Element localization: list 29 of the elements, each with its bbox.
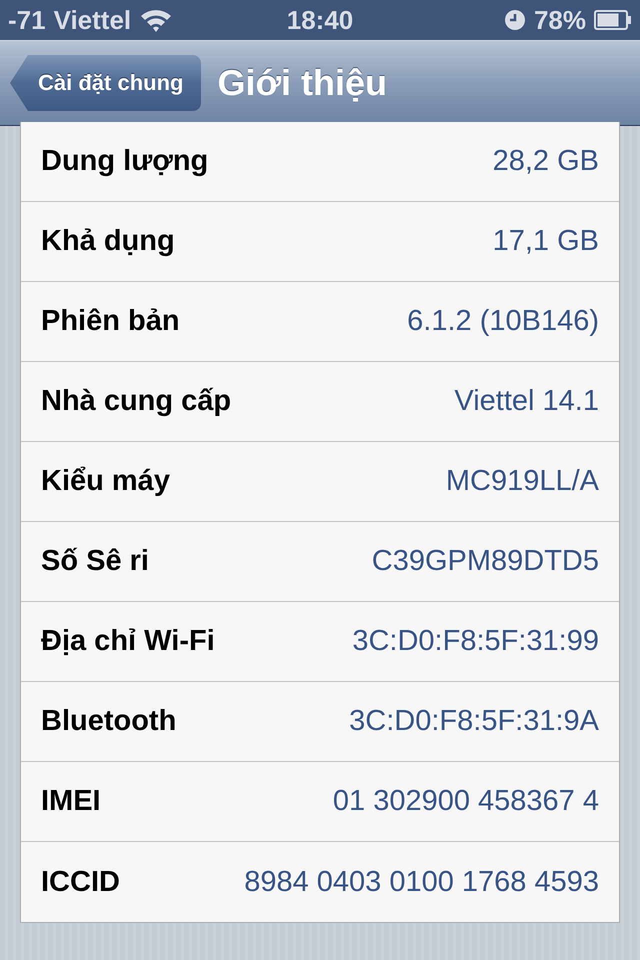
row-value: MC919LL/A xyxy=(446,465,599,498)
signal-strength: -71 xyxy=(8,4,46,36)
row-label: ICCID xyxy=(41,866,120,898)
wifi-icon xyxy=(139,7,174,33)
row-label: Địa chỉ Wi-Fi xyxy=(41,625,215,658)
row-label: Bluetooth xyxy=(41,705,176,738)
row-label: Dung lượng xyxy=(41,145,208,178)
row-label: IMEI xyxy=(41,785,101,818)
row-label: Khả dụng xyxy=(41,225,175,258)
back-button[interactable]: Cài đặt chung xyxy=(10,55,202,111)
clock-icon xyxy=(504,9,526,31)
row-value: 01 302900 458367 4 xyxy=(332,785,599,818)
battery-icon xyxy=(594,10,632,30)
row-value: 3C:D0:F8:5F:31:99 xyxy=(352,625,599,658)
row-label: Phiên bản xyxy=(41,305,180,338)
row-value: 17,1 GB xyxy=(492,225,599,258)
clock-time: 18:40 xyxy=(286,4,354,36)
row-value: 6.1.2 (10B146) xyxy=(407,305,599,338)
carrier-name: Viettel xyxy=(54,4,132,36)
row-label: Nhà cung cấp xyxy=(41,385,232,418)
row-value: 28,2 GB xyxy=(492,145,599,178)
row-value: C39GPM89DTD5 xyxy=(372,545,599,578)
row-value: 8984 0403 0100 1768 4593 xyxy=(244,866,599,898)
row-label: Kiểu máy xyxy=(41,465,170,498)
row-value: 3C:D0:F8:5F:31:9A xyxy=(349,705,599,738)
row-value: Viettel 14.1 xyxy=(454,385,599,418)
battery-percentage: 78% xyxy=(534,4,586,36)
screen-title: Giới thiệu xyxy=(217,62,388,104)
row-label: Số Sê ri xyxy=(41,545,149,578)
